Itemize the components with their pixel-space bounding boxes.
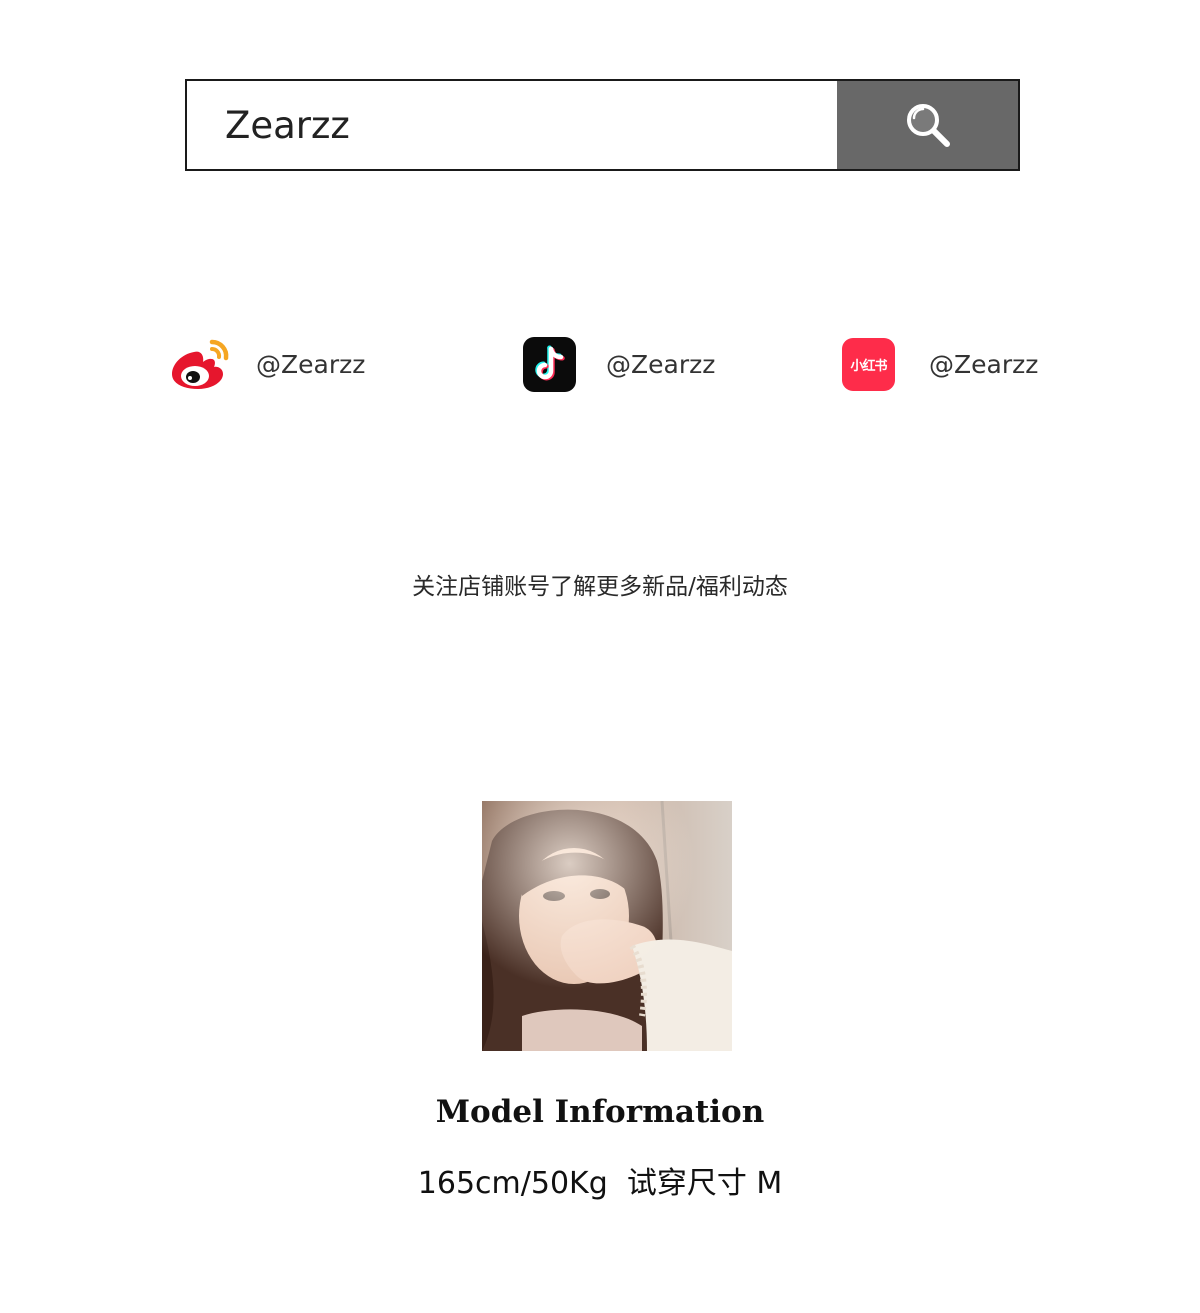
social-douyin[interactable]: @Zearzz [523,336,715,392]
search-bar [185,79,1020,171]
weibo-icon [172,339,229,389]
search-button[interactable] [837,81,1018,169]
douyin-handle: @Zearzz [606,349,716,379]
douyin-icon [523,336,576,392]
xiaohongshu-logo-text: 小红书 [850,358,887,374]
search-icon [906,104,950,147]
model-photo [482,801,732,1051]
xiaohongshu-icon: 小红书 [842,337,895,391]
model-info-stats: 165cm/50Kg 试穿尺寸 M [417,1166,783,1201]
xiaohongshu-handle: @Zearzz [929,349,1039,379]
social-xiaohongshu[interactable]: 小红书 @Zearzz [842,336,1038,392]
search-input[interactable] [187,81,837,169]
model-info-heading: Model Information [435,1094,765,1130]
weibo-handle: @Zearzz [256,349,366,379]
follow-note: 关注店铺账号了解更多新品/福利动态 [412,574,788,600]
social-weibo[interactable]: @Zearzz [168,336,365,392]
